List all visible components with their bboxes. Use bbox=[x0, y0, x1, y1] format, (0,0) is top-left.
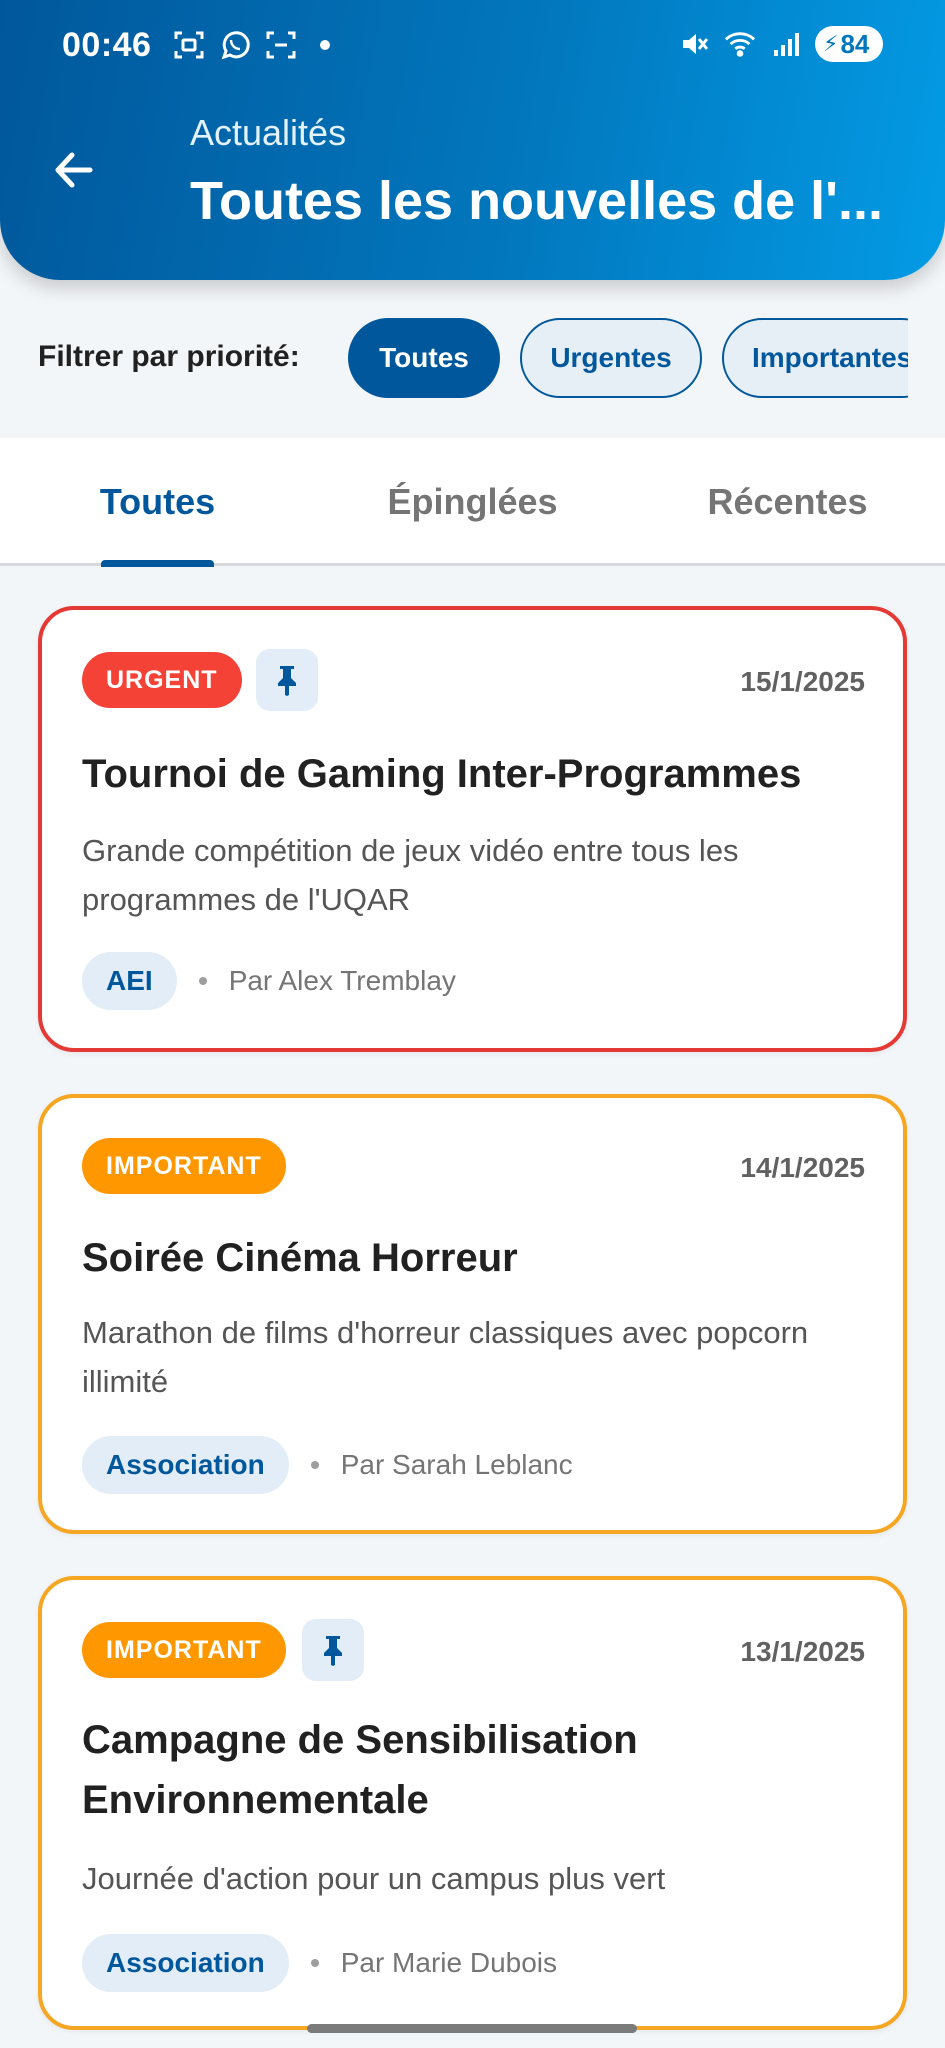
filter-chip-all[interactable]: Toutes bbox=[348, 318, 500, 398]
news-title: Campagne de Sensibilisation Environnemen… bbox=[82, 1718, 638, 1822]
news-meta: AEI Par Alex Tremblay bbox=[82, 952, 456, 1010]
priority-badge: IMPORTANT bbox=[82, 1622, 286, 1678]
back-button[interactable] bbox=[44, 140, 104, 200]
news-card[interactable]: IMPORTANT 13/1/2025 Campagne de Sensibil… bbox=[38, 1576, 907, 2030]
screenshot-icon bbox=[172, 28, 206, 62]
app-header: 00:46 ⚡ 84 Actualités Toutes les nouvell… bbox=[0, 0, 945, 280]
separator-dot bbox=[310, 1461, 319, 1469]
filter-label: Filtrer par priorité: bbox=[38, 340, 300, 373]
news-title: Soirée Cinéma Horreur bbox=[82, 1236, 518, 1280]
tab-pinned[interactable]: Épinglées bbox=[315, 438, 630, 566]
wifi-icon bbox=[723, 27, 757, 61]
news-card[interactable]: URGENT 15/1/2025 Tournoi de Gaming Inter… bbox=[38, 606, 907, 1052]
status-bar: 00:46 ⚡ 84 bbox=[0, 0, 945, 92]
pin-icon bbox=[256, 649, 318, 711]
filter-chip-important[interactable]: Importantes bbox=[722, 318, 908, 398]
news-author: Par Sarah Leblanc bbox=[340, 1449, 573, 1480]
more-notifications-icon bbox=[320, 40, 330, 50]
news-card[interactable]: IMPORTANT 14/1/2025 Soirée Cinéma Horreu… bbox=[38, 1094, 907, 1534]
header-subtitle: Actualités bbox=[190, 112, 347, 153]
home-indicator[interactable] bbox=[307, 2024, 637, 2033]
status-time: 00:46 bbox=[62, 26, 152, 64]
news-meta: Association Par Marie Dubois bbox=[82, 1934, 557, 1992]
news-author: Par Marie Dubois bbox=[340, 1947, 558, 1978]
system-icons: ⚡ 84 bbox=[677, 26, 883, 62]
separator-dot bbox=[198, 977, 207, 985]
notification-icons bbox=[172, 28, 330, 62]
battery-indicator: ⚡ 84 bbox=[815, 26, 883, 62]
news-title: Tournoi de Gaming Inter-Programmes bbox=[82, 752, 802, 796]
news-date: 15/1/2025 bbox=[740, 666, 865, 697]
news-meta: Association Par Sarah Leblanc bbox=[82, 1436, 573, 1494]
news-tabs: Toutes Épinglées Récentes bbox=[0, 438, 945, 567]
news-description: Journée d'action pour un campus plus ver… bbox=[82, 1861, 666, 1896]
battery-level: 84 bbox=[840, 28, 870, 59]
signal-icon bbox=[769, 27, 803, 61]
separator-dot bbox=[310, 1959, 319, 1967]
arrow-left-icon bbox=[55, 152, 93, 188]
page-title: Toutes les nouvelles de l'... bbox=[190, 171, 884, 231]
tab-recent[interactable]: Récentes bbox=[630, 438, 945, 566]
priority-filter: Filtrer par priorité: Toutes Urgentes Im… bbox=[0, 316, 945, 400]
filter-chip-list[interactable]: Toutes Urgentes Importantes bbox=[348, 316, 908, 400]
active-tab-indicator bbox=[101, 560, 214, 567]
tab-all[interactable]: Toutes bbox=[0, 438, 315, 566]
news-description: Grande compétition de jeux vidéo entre t… bbox=[82, 833, 739, 917]
whatsapp-icon bbox=[218, 28, 252, 62]
mute-icon bbox=[677, 27, 711, 61]
organizer-tag: Association bbox=[82, 1436, 289, 1494]
news-author: Par Alex Tremblay bbox=[228, 965, 456, 996]
filter-chip-urgent[interactable]: Urgentes bbox=[520, 318, 702, 398]
pin-icon bbox=[302, 1619, 364, 1681]
organizer-tag: Association bbox=[82, 1934, 289, 1992]
charging-icon: ⚡ bbox=[823, 31, 839, 56]
screen-capture-icon bbox=[264, 28, 298, 62]
news-date: 13/1/2025 bbox=[740, 1636, 865, 1667]
news-date: 14/1/2025 bbox=[740, 1152, 865, 1183]
organizer-tag: AEI bbox=[82, 952, 177, 1010]
news-description: Marathon de films d'horreur classiques a… bbox=[82, 1315, 809, 1399]
priority-badge: URGENT bbox=[82, 652, 242, 708]
priority-badge: IMPORTANT bbox=[82, 1138, 286, 1194]
